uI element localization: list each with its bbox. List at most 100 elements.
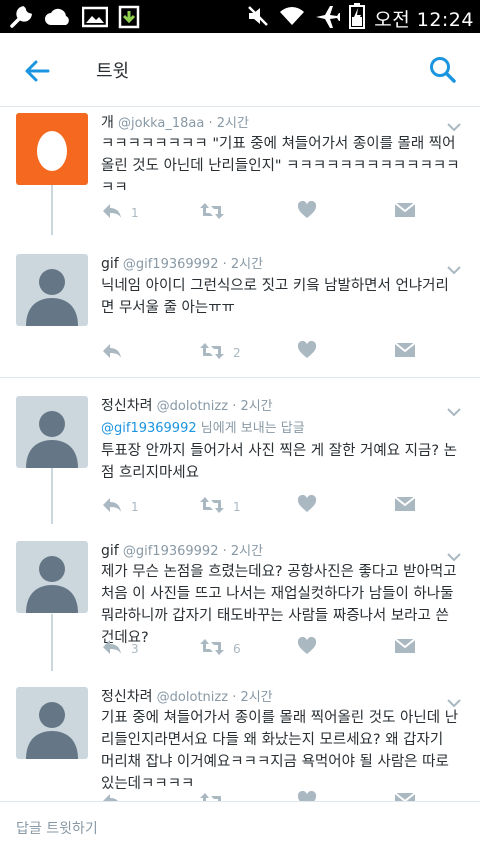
reply-button[interactable] xyxy=(101,791,131,801)
reply-input[interactable]: 답글 트윗하기 xyxy=(16,818,98,838)
tweet-header: 정신차려 @dolotnizz · 2시간 xyxy=(101,395,273,415)
heart-icon xyxy=(297,200,317,222)
retweet-button[interactable]: 2 xyxy=(199,341,241,364)
envelope-icon xyxy=(394,495,416,516)
tweet-header: gif @gif19369992 · 2시간 xyxy=(101,540,263,559)
tweet-text: 닉네임 아이디 그런식으로 짓고 키읔 남발하면서 언냐거리면 무서울 줄 아는… xyxy=(101,278,449,316)
avatar-egg[interactable] xyxy=(16,113,88,185)
heart-icon xyxy=(297,790,317,801)
tweet-time: · 2시간 xyxy=(232,399,273,414)
tweet-actions: 2 xyxy=(101,340,421,364)
tweet-3[interactable]: 정신차려 @dolotnizz · 2시간 @gif19369992 님에게 보… xyxy=(0,378,480,524)
tweet-actions: 3 6 xyxy=(101,636,421,660)
status-bar: 오전 12:24 xyxy=(0,0,480,33)
author-name[interactable]: 개 xyxy=(101,115,114,131)
retweet-button[interactable]: 6 xyxy=(199,637,241,660)
reply-icon xyxy=(101,341,123,364)
dm-button[interactable] xyxy=(394,341,416,362)
tweet-actions xyxy=(101,790,421,801)
dm-button[interactable] xyxy=(394,201,416,222)
reply-button[interactable]: 1 xyxy=(101,201,139,224)
battery-charging-icon xyxy=(349,3,366,33)
clock: 오전 12:24 xyxy=(374,8,474,31)
thread-line xyxy=(51,185,53,235)
chevron-down-icon[interactable] xyxy=(446,693,462,708)
tweet-text: 기표 중에 쳐들어가서 종이를 몰래 찍어올린 것도 아닌데 난리들인지라면서요… xyxy=(101,710,459,792)
avatar[interactable] xyxy=(16,687,88,759)
conversation-feed[interactable]: 개 @jokka_18aa · 2시간 ㅋㅋㅋㅋㅋㅋㅋㅋ "기표 중에 쳐들어가… xyxy=(0,107,480,801)
retweet-icon xyxy=(199,791,225,801)
page-title: 트윗 xyxy=(96,61,130,82)
heart-icon xyxy=(297,340,317,362)
mute-icon xyxy=(246,4,270,32)
tweet-5[interactable]: 정신차려 @dolotnizz · 2시간 기표 중에 쳐들어가서 종이를 몰래… xyxy=(0,671,480,801)
dm-button[interactable] xyxy=(394,791,416,801)
reply-count: 3 xyxy=(131,641,139,656)
retweet-button[interactable]: 1 xyxy=(199,495,241,518)
author-handle[interactable]: @jokka_18aa xyxy=(118,116,204,131)
dm-button[interactable] xyxy=(394,495,416,516)
envelope-icon xyxy=(394,201,416,222)
author-name[interactable]: 정신차려 xyxy=(101,689,153,705)
retweet-icon xyxy=(199,201,225,224)
chevron-down-icon[interactable] xyxy=(446,260,462,275)
heart-icon xyxy=(297,494,317,516)
reply-button[interactable]: 1 xyxy=(101,495,139,518)
tweet-text: 제가 무슨 논점을 흐렸는데요? 공항사진은 좋다고 받아먹고 처음 이 사진들… xyxy=(101,564,457,646)
retweet-icon xyxy=(199,637,225,660)
chevron-down-icon[interactable] xyxy=(446,117,462,132)
tweet-actions: 1 1 xyxy=(101,494,421,518)
like-button[interactable] xyxy=(297,340,317,362)
reply-count: 1 xyxy=(131,499,139,514)
tweet-actions: 1 xyxy=(101,200,421,224)
retweet-count: 1 xyxy=(233,499,241,514)
tweet-header: 정신차려 @dolotnizz · 2시간 xyxy=(101,686,273,706)
thread-line xyxy=(51,468,53,524)
author-name[interactable]: 정신차려 xyxy=(101,398,153,414)
like-button[interactable] xyxy=(297,200,317,222)
retweet-count: 2 xyxy=(233,345,241,360)
dm-button[interactable] xyxy=(394,637,416,658)
reply-button[interactable]: 3 xyxy=(101,637,139,660)
avatar[interactable] xyxy=(16,254,88,326)
tweet-header: 개 @jokka_18aa · 2시간 xyxy=(101,112,249,132)
author-handle[interactable]: @dolotnizz xyxy=(157,399,228,414)
download-icon xyxy=(118,4,142,34)
retweet-button[interactable] xyxy=(199,201,233,224)
reply-to-handle[interactable]: @gif19369992 xyxy=(101,421,197,436)
reply-to-suffix: 님에게 보내는 답글 xyxy=(196,421,305,436)
author-name[interactable]: gif xyxy=(101,543,119,559)
wifi-icon xyxy=(279,5,305,31)
author-name[interactable]: gif xyxy=(101,256,119,272)
author-handle[interactable]: @gif19369992 xyxy=(123,257,219,272)
reply-composer[interactable]: 답글 트윗하기 xyxy=(0,801,480,853)
envelope-icon xyxy=(394,791,416,801)
avatar[interactable] xyxy=(16,541,88,613)
avatar[interactable] xyxy=(16,396,88,468)
chevron-down-icon[interactable] xyxy=(446,547,462,562)
like-button[interactable] xyxy=(297,790,317,801)
tweet-2[interactable]: gif @gif19369992 · 2시간 닉네임 아이디 그런식으로 짓고 … xyxy=(0,235,480,377)
back-arrow-icon[interactable] xyxy=(22,56,52,86)
author-handle[interactable]: @dolotnizz xyxy=(157,690,228,705)
chevron-down-icon[interactable] xyxy=(446,402,462,417)
envelope-icon xyxy=(394,637,416,658)
cloud-icon xyxy=(44,7,72,31)
reply-button[interactable] xyxy=(101,341,131,364)
tweet-text: ㅋㅋㅋㅋㅋㅋㅋㅋ "기표 중에 쳐들어가서 종이를 몰래 찍어올린 것도 아닌데… xyxy=(101,136,460,196)
tweet-1[interactable]: 개 @jokka_18aa · 2시간 ㅋㅋㅋㅋㅋㅋㅋㅋ "기표 중에 쳐들어가… xyxy=(0,107,480,235)
tweet-text: 투표장 안까지 들어가서 사진 찍은 게 잘한 거예요 지금? 논점 흐리지마세… xyxy=(101,443,457,481)
envelope-icon xyxy=(394,341,416,362)
retweet-button[interactable] xyxy=(199,791,233,801)
author-handle[interactable]: @gif19369992 xyxy=(123,544,219,559)
heart-icon xyxy=(297,636,317,658)
reply-icon xyxy=(101,495,123,518)
tweet-4[interactable]: gif @gif19369992 · 2시간 제가 무슨 논점을 흐렸는데요? … xyxy=(0,524,480,671)
airplane-icon xyxy=(314,4,342,32)
reply-icon xyxy=(101,637,123,660)
like-button[interactable] xyxy=(297,636,317,658)
tweet-time: · 2시간 xyxy=(232,690,273,705)
search-icon[interactable] xyxy=(428,55,458,85)
like-button[interactable] xyxy=(297,494,317,516)
retweet-count: 6 xyxy=(233,641,241,656)
